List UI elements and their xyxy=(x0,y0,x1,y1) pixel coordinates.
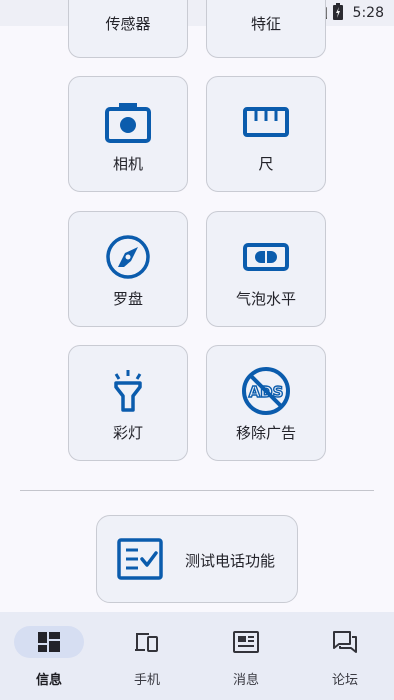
tool-label: 尺 xyxy=(258,155,274,173)
tool-tile-sensors[interactable]: 传感器 xyxy=(68,0,188,58)
test-phone-label: 测试电话功能 xyxy=(185,552,276,570)
test-phone-button[interactable]: 测试电话功能 xyxy=(96,515,298,603)
nav-label: 信息 xyxy=(35,673,62,688)
nav-label: 消息 xyxy=(232,673,259,688)
remove-ads-icon: ADS xyxy=(207,367,325,415)
tool-tile-bubble-level[interactable]: 气泡水平 xyxy=(206,211,326,327)
tool-tile-camera[interactable]: 相机 xyxy=(68,76,188,192)
tool-label: 移除广告 xyxy=(235,424,296,442)
tool-label: 彩灯 xyxy=(112,424,143,442)
news-icon xyxy=(197,630,295,654)
status-bar: 5:28 xyxy=(0,0,394,26)
nav-item-phone[interactable]: 手机 xyxy=(98,612,196,700)
devices-icon xyxy=(98,630,196,654)
flashlight-icon xyxy=(69,368,187,414)
tool-label: 相机 xyxy=(112,155,143,173)
tool-label: 特征 xyxy=(250,15,281,33)
nav-label: 手机 xyxy=(133,673,160,688)
tool-label: 传感器 xyxy=(105,15,151,33)
camera-icon xyxy=(69,99,187,145)
nav-item-info[interactable]: 信息 xyxy=(0,612,98,700)
svg-text:ADS: ADS xyxy=(249,383,284,401)
tool-tile-remove-ads[interactable]: ADS 移除广告 xyxy=(206,345,326,461)
forum-icon xyxy=(296,630,394,654)
nav-label: 论坛 xyxy=(331,673,358,688)
tool-label: 罗盘 xyxy=(112,290,143,308)
section-divider xyxy=(20,490,374,491)
bottom-navigation: 信息 手机 消息 论坛 xyxy=(0,612,394,700)
nav-item-messages[interactable]: 消息 xyxy=(197,612,295,700)
tool-tile-compass[interactable]: 罗盘 xyxy=(68,211,188,327)
tool-label: 气泡水平 xyxy=(235,290,296,308)
tool-tile-features[interactable]: 特征 xyxy=(206,0,326,58)
bubble-level-icon xyxy=(207,234,325,280)
battery-charging-icon xyxy=(332,2,343,24)
status-time: 5:28 xyxy=(352,5,384,21)
ruler-icon xyxy=(207,99,325,145)
checklist-icon xyxy=(117,538,163,580)
dashboard-icon xyxy=(0,630,98,654)
tool-tile-ruler[interactable]: 尺 xyxy=(206,76,326,192)
tool-tile-flashlight[interactable]: 彩灯 xyxy=(68,345,188,461)
nav-item-forum[interactable]: 论坛 xyxy=(296,612,394,700)
compass-icon xyxy=(69,234,187,280)
